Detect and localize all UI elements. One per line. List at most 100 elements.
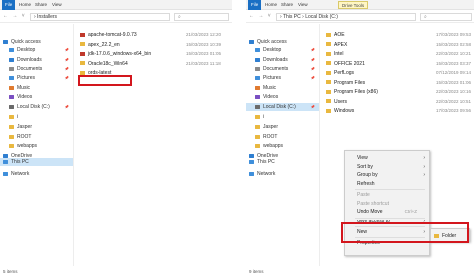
chevron-right-icon: › [423,228,425,235]
nav-item-label: Music [263,85,277,91]
address-bar[interactable]: › This PC › Local Disk (C:) [276,13,416,21]
nav-item-quick-access[interactable]: Quick access [0,38,73,46]
file-row[interactable]: Intel 22/03/2022 10:21 [324,50,474,58]
menu-separator [355,237,425,238]
nav-item-downloads[interactable]: Downloads 📌 [246,56,319,64]
menu-item-new[interactable]: New › [345,228,429,236]
nav-item-label: Network [257,171,276,177]
nav-item-webapps[interactable]: webapps [246,142,319,150]
nav-item-quick-access[interactable]: Quick access [246,38,319,46]
ribbon: File Home Share View [0,0,232,10]
nav-item-desktop[interactable]: Desktop 📌 [0,46,73,54]
nav-item-desktop[interactable]: Desktop 📌 [246,46,319,54]
file-row[interactable]: jdk-17.0.6_windows-x64_bin 15/03/2023 01:… [78,50,232,58]
file-row[interactable]: ords-latest [78,69,232,77]
file-row[interactable]: apache-tomcat-9.0.73 21/03/2023 12:20 [78,31,232,39]
menu-item-view[interactable]: View › [345,154,429,162]
file-date: 22/03/2022 10:51 [436,98,472,104]
pc-icon [249,159,254,164]
nav-item-this-pc[interactable]: This PC [246,158,319,166]
file-row[interactable]: PerfLogs 07/12/2019 09:14 [324,69,474,77]
file-date: 15/03/2023 01:05 [186,51,222,56]
nav-item-network[interactable]: Network [246,170,319,178]
chevron-right-icon: › [423,155,425,161]
menu-item-undo-move[interactable]: Undo Move Ctrl+Z [345,208,429,216]
nav-item-downloads[interactable]: Downloads 📌 [0,56,73,64]
file-date: 15/03/2023 03:37 [436,60,472,66]
nav-item-label: Local Disk (C:) [263,104,296,110]
nav-item-jasper[interactable]: Jasper [246,123,319,131]
menu-item-sort-by[interactable]: Sort by › [345,163,429,171]
music-icon [255,85,260,90]
navigation-pane: Quick access Desktop 📌 Downloads 📌 Documents 📌… [0,24,74,266]
file-row[interactable]: Users 22/03/2022 10:51 [324,98,474,106]
file-row[interactable]: APEX 15/03/2023 02:58 [324,41,474,49]
tab-drive-tools[interactable]: Drive Tools [338,1,369,9]
file-row[interactable]: Oracle18c_Win64 21/03/2023 11:18 [78,60,232,68]
nav-item-music[interactable]: Music [246,84,319,92]
file-name: Windows [334,108,355,114]
nav-item-pictures[interactable]: Pictures 📌 [246,74,319,82]
nav-item-videos[interactable]: Videos [0,93,73,101]
search-box[interactable]: ⌕ [174,13,229,21]
tab-view[interactable]: View [295,1,311,9]
nav-item-root[interactable]: ROOT [0,133,73,141]
nav-item-local-disk-c[interactable]: Local Disk (C:) 📌 [246,103,319,111]
menu-item-label: Give access to [357,219,390,224]
menu-item-paste[interactable]: Paste [345,191,429,199]
navigation-arrows[interactable]: ← → ˅ ↑ [249,13,279,21]
navigation-arrows[interactable]: ← → ˅ ↑ [3,13,33,21]
folder-icon [326,99,331,103]
address-bar[interactable]: › Installers [30,13,170,21]
nav-item-label: Pictures [17,75,36,81]
file-name: PerfLogs [334,70,355,76]
file-name: OFFICE 2021 [334,60,365,67]
pc-icon [3,159,8,164]
star-icon [249,39,254,44]
file-row[interactable]: AOE 17/03/2023 09:53 [324,31,474,39]
nav-item-this-pc[interactable]: This PC [0,158,73,166]
nav-item-documents[interactable]: Documents 📌 [0,65,73,73]
menu-item-group-by[interactable]: Group by › [345,171,429,179]
folder-icon [326,80,331,84]
search-box[interactable]: ⌕ [420,13,472,21]
file-row[interactable]: Windows 17/03/2023 09:56 [324,107,474,115]
menu-item-properties[interactable]: Properties [345,239,429,247]
folder-icon [255,143,260,148]
file-row[interactable]: OFFICE 2021 15/03/2023 03:37 [324,60,474,68]
file-row[interactable]: Program Files 15/03/2023 01:06 [324,79,474,87]
pin-icon: 📌 [64,76,69,80]
nav-item-local-disk-c[interactable]: Local Disk (C:) 📌 [0,103,73,111]
folder-icon [326,89,331,94]
nav-item-network[interactable]: Network [0,170,73,178]
navigation-pane: Quick access Desktop 📌 Downloads 📌 Documents 📌… [246,24,320,266]
nav-item-pictures[interactable]: Pictures 📌 [0,74,73,82]
tab-file[interactable]: File [248,0,262,10]
submenu-item-folder[interactable]: Folder [431,232,469,240]
nav-item-music[interactable]: Music [0,84,73,92]
nav-item-i[interactable]: i [246,113,319,121]
submenu-item-label: Folder [442,233,457,239]
menu-item-give-access-to[interactable]: Give access to › [345,220,429,225]
nav-item-label: Downloads [263,57,288,63]
tab-view[interactable]: View [49,1,65,9]
address-bar-row: ← → ˅ ↑ › This PC › Local Disk (C:) ⌕ [246,11,474,23]
tab-file[interactable]: File [2,0,16,10]
nav-item-webapps[interactable]: webapps [0,142,73,150]
nav-item-label: Jasper [17,124,33,130]
menu-item-refresh[interactable]: Refresh [345,180,429,188]
nav-item-root[interactable]: ROOT [246,133,319,141]
nav-item-videos[interactable]: Videos [246,93,319,101]
file-row[interactable]: apex_22.2_en 15/03/2023 10:39 [78,41,232,49]
folder-icon [326,42,331,46]
file-row[interactable]: Program Files (x86) 22/03/2023 10:16 [324,88,474,96]
nav-item-documents[interactable]: Documents 📌 [246,65,319,73]
menu-item-paste-shortcut[interactable]: Paste shortcut [345,200,429,208]
network-icon [249,171,254,176]
nav-item-jasper[interactable]: Jasper [0,123,73,131]
nav-item-i[interactable]: i [0,113,73,121]
tab-share[interactable]: Share [278,1,296,9]
cloud-icon [249,153,254,158]
menu-item-label: View [357,155,368,161]
tab-share[interactable]: Share [32,1,50,9]
